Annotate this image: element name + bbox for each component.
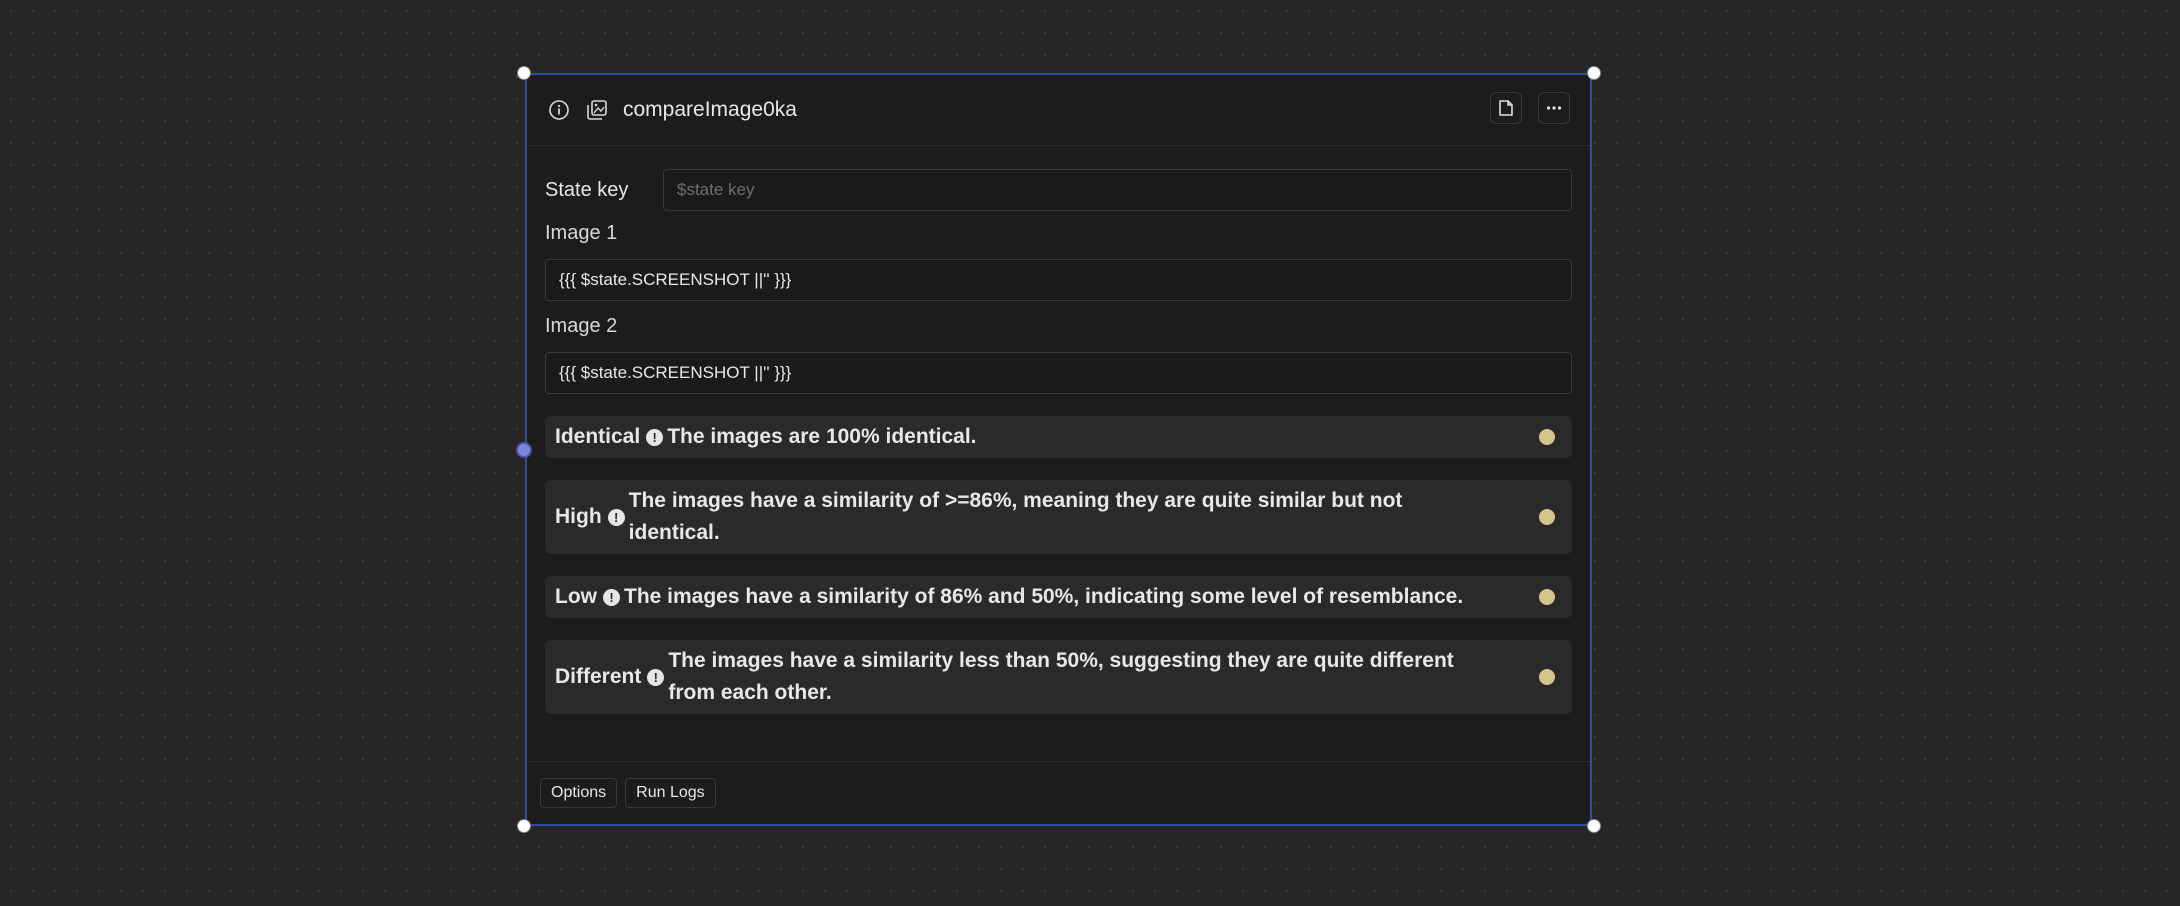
node-title[interactable]: compareImage0ka xyxy=(623,98,797,122)
image2-label: Image 2 xyxy=(545,315,618,337)
image1-input[interactable]: {{{ $state.SCREENSHOT ||'' }}} xyxy=(545,259,1572,301)
outcome-desc: The images have a similarity of >=86%, m… xyxy=(628,489,1403,544)
outcome-desc: The images have a similarity of 86% and … xyxy=(624,585,1464,608)
output-port-high[interactable] xyxy=(1539,509,1555,525)
outcome-name: Different xyxy=(555,665,642,688)
info-icon[interactable] xyxy=(547,98,571,122)
image1-label: Image 1 xyxy=(545,222,618,244)
more-icon xyxy=(1546,106,1562,110)
resize-handle-bottom-right[interactable] xyxy=(1587,819,1601,833)
outcome-name: High xyxy=(555,505,602,528)
alert-icon: ! xyxy=(647,668,665,686)
image2-input[interactable]: {{{ $state.SCREENSHOT ||'' }}} xyxy=(545,352,1572,394)
state-key-input[interactable]: $state key xyxy=(663,169,1572,211)
run-logs-button[interactable]: Run Logs xyxy=(625,778,716,808)
alert-icon: ! xyxy=(607,508,625,526)
outcome-desc: The images are 100% identical. xyxy=(667,425,977,448)
compare-image-node[interactable]: compareImage0ka State key $state key Ima… xyxy=(525,73,1592,826)
more-button[interactable] xyxy=(1538,92,1570,124)
outcome-name: Identical xyxy=(555,425,641,448)
header-actions xyxy=(1490,92,1570,124)
node-footer: Options Run Logs xyxy=(527,761,1590,824)
outcome-low[interactable]: Low ! The images have a similarity of 86… xyxy=(545,576,1572,618)
document-button[interactable] xyxy=(1490,92,1522,124)
outcome-name: Low xyxy=(555,585,597,608)
options-button[interactable]: Options xyxy=(540,778,618,808)
workflow-canvas[interactable]: compareImage0ka State key $state key Ima… xyxy=(0,0,2180,906)
alert-icon: ! xyxy=(603,588,620,606)
alert-icon: ! xyxy=(646,428,664,446)
input-port[interactable] xyxy=(516,442,532,458)
outcome-desc: The images have a similarity less than 5… xyxy=(668,649,1454,704)
node-body: State key $state key Image 1 {{{ $state.… xyxy=(527,146,1590,714)
outcome-identical[interactable]: Identical ! The images are 100% identica… xyxy=(545,416,1572,458)
state-key-label: State key xyxy=(545,178,629,201)
outcome-high[interactable]: High ! The images have a similarity of >… xyxy=(545,480,1572,554)
outcome-different[interactable]: Different ! The images have a similarity… xyxy=(545,640,1572,714)
resize-handle-bottom-left[interactable] xyxy=(517,819,531,833)
output-port-different[interactable] xyxy=(1539,669,1555,685)
document-icon xyxy=(1499,100,1513,116)
state-key-row: State key $state key xyxy=(545,168,1572,212)
resize-handle-top-left[interactable] xyxy=(517,66,531,80)
resize-handle-top-right[interactable] xyxy=(1587,66,1601,80)
node-header: compareImage0ka xyxy=(527,75,1590,146)
output-port-low[interactable] xyxy=(1539,589,1555,605)
image-compare-icon xyxy=(585,98,609,122)
output-port-identical[interactable] xyxy=(1539,429,1555,445)
